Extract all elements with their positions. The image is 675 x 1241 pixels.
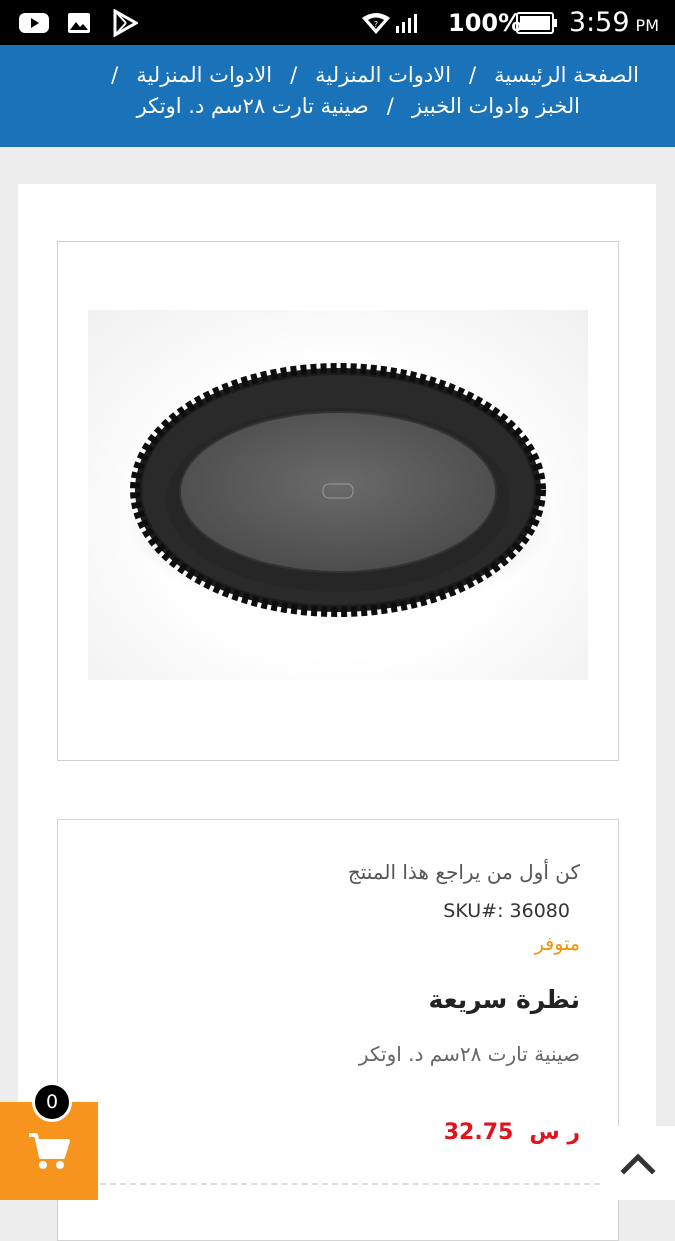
scroll-to-top-button[interactable]	[600, 1126, 675, 1200]
breadcrumb-separator: /	[386, 94, 394, 118]
breadcrumb-home[interactable]: الصفحة الرئيسية	[494, 63, 639, 87]
product-card: كن أول من يراجع هذا المنتج SKU#: 36080 م…	[18, 184, 656, 1241]
price: ر س 32.75	[444, 1120, 580, 1145]
review-link[interactable]: كن أول من يراجع هذا المنتج	[348, 860, 580, 884]
status-bar: ? 100% 3:59 PM	[0, 0, 675, 45]
breadcrumb-cat2[interactable]: الادوات المنزلية	[136, 63, 272, 87]
chevron-up-icon	[619, 1153, 656, 1175]
breadcrumb-current: صينية تارت ٢٨سم د. اوتكر	[136, 94, 369, 118]
clock-ampm: PM	[635, 16, 659, 35]
product-name: صينية تارت ٢٨سم د. اوتكر	[358, 1042, 580, 1066]
divider	[100, 1183, 600, 1185]
youtube-icon	[18, 0, 50, 45]
signal-icon	[394, 0, 418, 45]
cart-count-badge: 0	[32, 1082, 72, 1122]
breadcrumb-separator: /	[111, 63, 119, 87]
breadcrumb-separator: /	[290, 63, 298, 87]
sku-label: SKU#: 36080	[443, 900, 570, 922]
price-currency: ر س	[529, 1120, 580, 1145]
price-value: 32.75	[443, 1120, 514, 1145]
breadcrumb-separator: /	[469, 63, 477, 87]
clock-time: 3:59	[568, 7, 630, 38]
breadcrumb-cat3[interactable]: الخبز وادوات الخبيز	[412, 94, 580, 118]
quick-view-title: نظرة سريعة	[428, 985, 580, 1014]
svg-text:?: ?	[374, 20, 378, 29]
breadcrumb-line-1: الصفحة الرئيسية / الادوات المنزلية / الادوات…	[93, 63, 639, 87]
cart-icon	[29, 1133, 70, 1169]
product-image-frame[interactable]	[57, 241, 619, 761]
stock-status: متوفر	[534, 933, 580, 955]
product-image[interactable]	[118, 342, 558, 642]
breadcrumb-line-2: الخبز وادوات الخبيز / صينية تارت ٢٨سم د. ا…	[137, 94, 580, 118]
clock: 3:59 PM	[569, 0, 659, 45]
gallery-icon	[66, 0, 92, 45]
battery-percent: 100%	[448, 8, 523, 37]
play-store-icon	[110, 0, 140, 45]
battery-icon	[516, 0, 558, 45]
product-info-panel: كن أول من يراجع هذا المنتج SKU#: 36080 م…	[57, 819, 619, 1241]
breadcrumb: الصفحة الرئيسية / الادوات المنزلية / الادوات…	[0, 45, 675, 147]
wifi-icon: ?	[360, 0, 392, 45]
breadcrumb-cat1[interactable]: الادوات المنزلية	[315, 63, 451, 87]
